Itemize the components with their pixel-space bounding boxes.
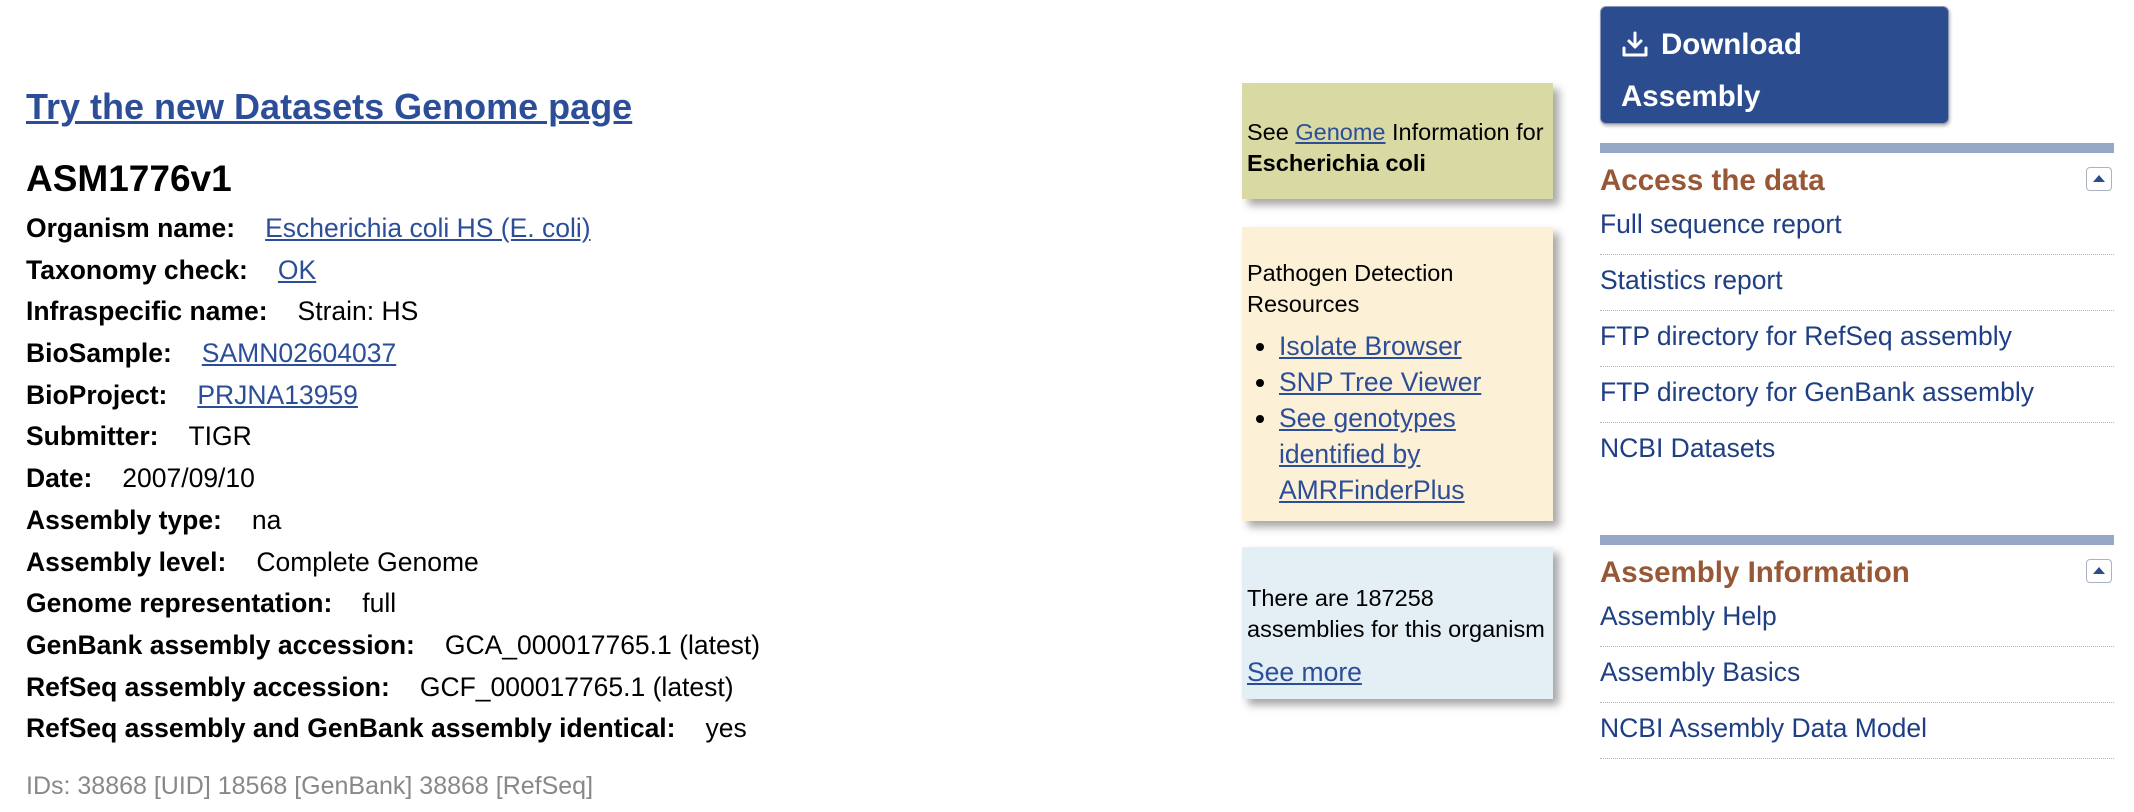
detail-label: BioSample: bbox=[26, 338, 172, 369]
detail-value: Strain: HS bbox=[297, 296, 419, 327]
detail-row-submitter: Submitter: TIGR bbox=[26, 416, 760, 458]
detail-row-bioproject: BioProject: PRJNA13959 bbox=[26, 375, 760, 417]
genome-info-box: See Genome Information for Escherichia c… bbox=[1242, 83, 1553, 199]
ftp-genbank-link[interactable]: FTP directory for GenBank assembly bbox=[1600, 377, 2034, 407]
detail-row-biosample: BioSample: SAMN02604037 bbox=[26, 333, 760, 375]
assembly-information-title: Assembly Information bbox=[1600, 556, 1910, 589]
detail-label: Taxonomy check: bbox=[26, 254, 248, 285]
detail-label: Date: bbox=[26, 463, 93, 494]
detail-value: na bbox=[251, 504, 282, 535]
detail-value: 2007/09/10 bbox=[122, 463, 255, 494]
collapse-toggle-icon[interactable] bbox=[2086, 167, 2112, 191]
biosample-link[interactable]: SAMN02604037 bbox=[202, 338, 396, 368]
detail-label: GenBank assembly accession: bbox=[26, 629, 415, 660]
detail-value: Complete Genome bbox=[256, 546, 479, 577]
statistics-report-link[interactable]: Statistics report bbox=[1600, 265, 1783, 295]
list-item: Assembly Basics bbox=[1600, 647, 2114, 703]
list-item: See genotypes identified by AMRFinderPlu… bbox=[1279, 400, 1548, 508]
portlet-header-bar bbox=[1600, 535, 2114, 545]
pathogen-links: Isolate Browser SNP Tree Viewer See geno… bbox=[1247, 328, 1548, 508]
genome-box-suffix: Information for bbox=[1392, 119, 1544, 145]
detail-row-identical: RefSeq assembly and GenBank assembly ide… bbox=[26, 708, 760, 750]
genome-link[interactable]: Genome bbox=[1295, 119, 1385, 145]
pathogen-detection-box: Pathogen Detection Resources Isolate Bro… bbox=[1242, 227, 1553, 521]
isolate-browser-link[interactable]: Isolate Browser bbox=[1279, 331, 1462, 361]
assembly-details: Organism name: Escherichia coli HS (E. co… bbox=[26, 208, 760, 750]
collapse-toggle-icon[interactable] bbox=[2086, 559, 2112, 583]
ncbi-datasets-link[interactable]: NCBI Datasets bbox=[1600, 433, 1775, 463]
pathogen-box-title: Pathogen Detection Resources bbox=[1247, 260, 1454, 317]
see-more-link[interactable]: See more bbox=[1247, 657, 1548, 688]
assembly-help-link[interactable]: Assembly Help bbox=[1600, 601, 1777, 631]
detail-row-infraspecific: Infraspecific name: Strain: HS bbox=[26, 291, 760, 333]
genome-box-prefix: See bbox=[1247, 119, 1289, 145]
detail-row-refseq-accession: RefSeq assembly accession: GCF_000017765.… bbox=[26, 667, 760, 709]
list-item: NCBI Assembly Data Model bbox=[1600, 703, 2114, 759]
assembly-basics-link[interactable]: Assembly Basics bbox=[1600, 657, 1800, 687]
list-item: FTP directory for RefSeq assembly bbox=[1600, 311, 2114, 367]
list-item: Full sequence report bbox=[1600, 199, 2114, 255]
list-item: NCBI Datasets bbox=[1600, 423, 2114, 479]
genome-box-organism: Escherichia coli bbox=[1247, 150, 1426, 176]
assembly-information-links: Assembly Help Assembly Basics NCBI Assem… bbox=[1600, 591, 2114, 759]
detail-label: Organism name: bbox=[26, 213, 236, 243]
detail-value: full bbox=[362, 588, 397, 619]
detail-row-genbank-accession: GenBank assembly accession: GCA_000017765… bbox=[26, 625, 760, 667]
list-item: Statistics report bbox=[1600, 255, 2114, 311]
assembly-title: ASM1776v1 bbox=[26, 158, 232, 199]
assembly-count-text: There are 187258 assemblies for this org… bbox=[1247, 585, 1545, 642]
download-assembly-button[interactable]: Download Assembly bbox=[1600, 6, 1949, 124]
detail-label: Assembly type: bbox=[26, 504, 222, 535]
detail-row-genome-representation: Genome representation: full bbox=[26, 583, 760, 625]
new-datasets-genome-link[interactable]: Try the new Datasets Genome page bbox=[26, 86, 632, 128]
list-item: Isolate Browser bbox=[1279, 328, 1548, 364]
access-data-portlet: Access the data Full sequence report Sta… bbox=[1600, 143, 2114, 479]
assembly-information-portlet: Assembly Information Assembly Help Assem… bbox=[1600, 535, 2114, 759]
ftp-refseq-link[interactable]: FTP directory for RefSeq assembly bbox=[1600, 321, 2012, 351]
detail-label: Genome representation: bbox=[26, 588, 333, 619]
detail-value: yes bbox=[705, 713, 747, 744]
detail-label: BioProject: bbox=[26, 379, 168, 410]
organism-link[interactable]: Escherichia coli HS (E. coli) bbox=[265, 213, 590, 243]
detail-row-assembly-level: Assembly level: Complete Genome bbox=[26, 542, 760, 584]
detail-row-taxonomy: Taxonomy check: OK bbox=[26, 250, 760, 292]
list-item: FTP directory for GenBank assembly bbox=[1600, 367, 2114, 423]
detail-row-organism: Organism name: Escherichia coli HS (E. co… bbox=[26, 208, 760, 250]
detail-value: GCF_000017765.1 (latest) bbox=[419, 671, 734, 702]
snp-tree-viewer-link[interactable]: SNP Tree Viewer bbox=[1279, 367, 1481, 397]
portlet-head: Assembly Information bbox=[1600, 545, 2114, 591]
full-sequence-report-link[interactable]: Full sequence report bbox=[1600, 209, 1842, 239]
detail-label: Assembly level: bbox=[26, 546, 227, 577]
detail-value: GCA_000017765.1 (latest) bbox=[444, 629, 761, 660]
list-item: SNP Tree Viewer bbox=[1279, 364, 1548, 400]
taxonomy-check-link[interactable]: OK bbox=[278, 255, 316, 285]
access-data-links: Full sequence report Statistics report F… bbox=[1600, 199, 2114, 479]
detail-label: Infraspecific name: bbox=[26, 296, 268, 327]
detail-label: RefSeq assembly accession: bbox=[26, 671, 390, 702]
genotypes-amrfinderplus-link[interactable]: See genotypes identified by AMRFinderPlu… bbox=[1279, 403, 1465, 505]
portlet-header-bar bbox=[1600, 143, 2114, 153]
detail-value: TIGR bbox=[188, 421, 252, 452]
access-data-title: Access the data bbox=[1600, 164, 1825, 197]
assembly-count-box: There are 187258 assemblies for this org… bbox=[1242, 547, 1553, 699]
portlet-head: Access the data bbox=[1600, 153, 2114, 199]
list-item: Assembly Help bbox=[1600, 591, 2114, 647]
download-icon bbox=[1621, 25, 1649, 73]
detail-row-assembly-type: Assembly type: na bbox=[26, 500, 760, 542]
detail-row-date: Date: 2007/09/10 bbox=[26, 458, 760, 500]
assembly-data-model-link[interactable]: NCBI Assembly Data Model bbox=[1600, 713, 1927, 743]
detail-label: RefSeq assembly and GenBank assembly ide… bbox=[26, 713, 676, 744]
bioproject-link[interactable]: PRJNA13959 bbox=[197, 380, 358, 410]
detail-label: Submitter: bbox=[26, 421, 159, 452]
ids-line: IDs: 38868 [UID] 18568 [GenBank] 38868 [… bbox=[26, 772, 594, 800]
